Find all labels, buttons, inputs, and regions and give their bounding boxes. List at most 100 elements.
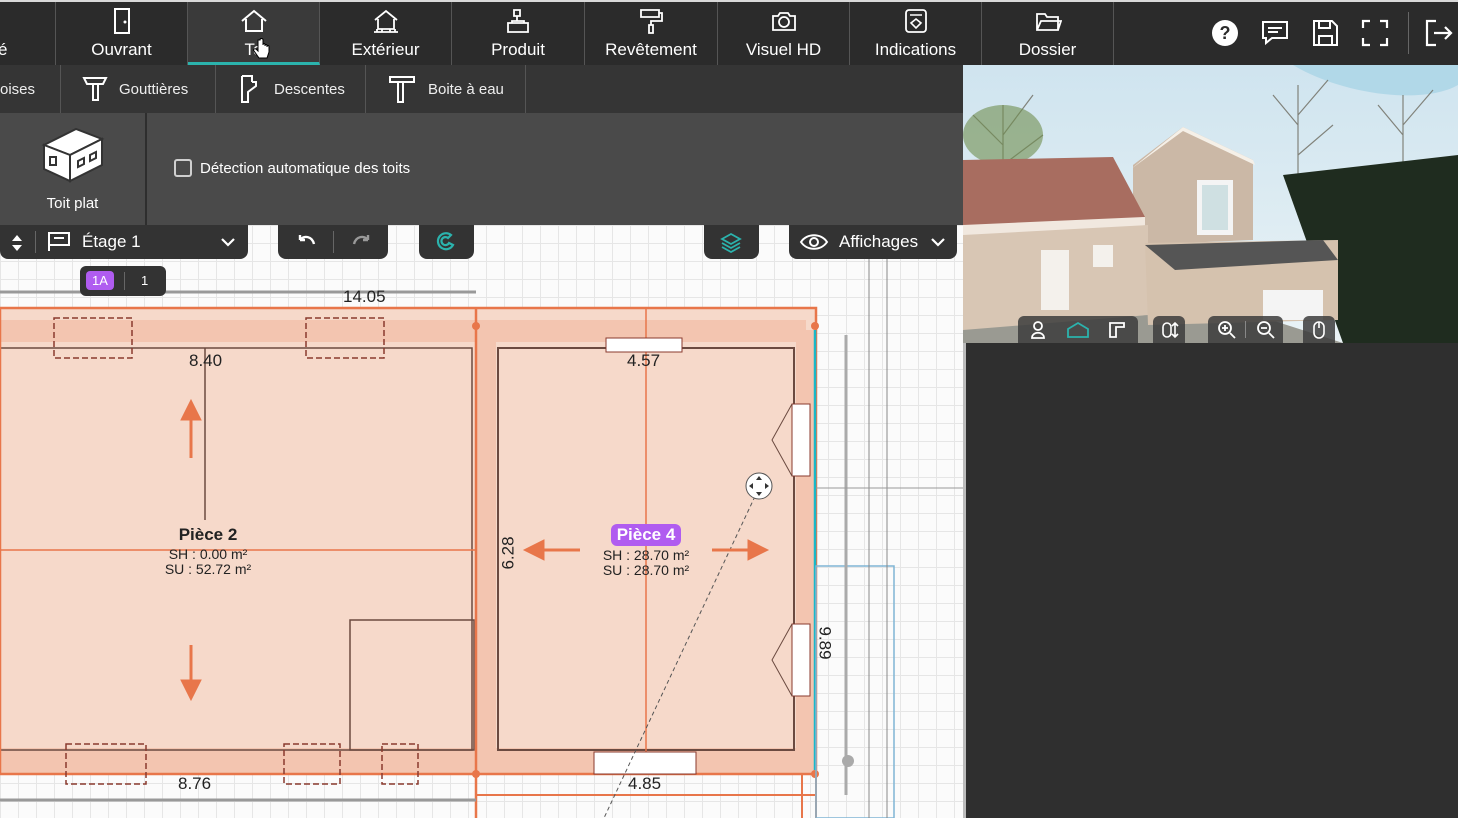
dim-right-room-top: 4.57 [627, 351, 661, 370]
sub-item-boite-a-eau-label: Boite à eau [428, 80, 504, 98]
3d-house-render [963, 65, 1458, 343]
toit-plat-button[interactable]: Toit plat [0, 113, 147, 225]
height-control[interactable] [1153, 316, 1185, 343]
roof-options-panel: Toit plat Détection automatique des toit… [0, 113, 963, 225]
tab-produit[interactable]: Produit [452, 2, 585, 65]
checkbox-box[interactable] [174, 159, 192, 177]
dim-left-room: 8.40 [189, 351, 223, 370]
mouse-mode-button[interactable] [1303, 316, 1335, 343]
zoom-in-icon[interactable] [1217, 320, 1237, 340]
auto-roof-detection-checkbox[interactable]: Détection automatique des toits [174, 159, 410, 177]
roof-icon [240, 9, 267, 32]
sub-item-boite-a-eau[interactable]: Boite à eau [366, 65, 526, 113]
layers-button[interactable] [704, 225, 759, 259]
dim-bottom-right: 4.85 [628, 774, 662, 793]
logout-icon[interactable] [1423, 18, 1453, 48]
paint-roller-icon [640, 9, 663, 34]
sub-item-descentes[interactable]: Descentes [216, 65, 366, 113]
tab-revetement-label: Revêtement [605, 40, 697, 59]
room-4-name: Pièce 4 [610, 524, 682, 546]
redo-icon[interactable] [350, 232, 374, 252]
zoom-controls [1208, 316, 1283, 343]
sub-item-gouttieres[interactable]: Gouttières [61, 65, 216, 113]
tab-dossier[interactable]: Dossier [982, 2, 1114, 65]
indications-icon [904, 9, 927, 33]
folder-icon [1035, 13, 1062, 31]
tab-dossier-label: Dossier [1018, 40, 1077, 59]
person-view-icon[interactable] [1030, 321, 1046, 339]
undo-icon[interactable] [294, 232, 318, 252]
zoom-divider [1245, 321, 1246, 338]
tab-ouvrant[interactable]: Ouvrant [56, 2, 188, 65]
flat-roof-house-icon [41, 127, 105, 183]
mouse-icon [1313, 321, 1325, 339]
roof-sub-toolbar: oises Gouttières Descentes Boite à eau [0, 65, 963, 113]
water-box-icon [389, 76, 415, 103]
3d-view-modes [1018, 316, 1138, 343]
room-2-name: Pièce 2 [178, 525, 238, 544]
layer-selector[interactable]: 1A 1 [80, 266, 166, 296]
room-label-piece-2[interactable]: Pièce 2 SH : 0.00 m² SU : 52.72 m² [148, 525, 268, 577]
help-icon[interactable]: ? [1210, 18, 1240, 48]
empty-side-panel [963, 343, 1458, 818]
comment-icon[interactable] [1260, 18, 1290, 48]
undo-redo-divider [333, 231, 334, 253]
tab-revetement[interactable]: Revêtement [585, 2, 718, 65]
move-handle-icon[interactable] [745, 472, 773, 500]
tab-partial[interactable]: é [0, 2, 56, 65]
product-icon [507, 9, 529, 33]
tab-visuel-hd[interactable]: Visuel HD [718, 2, 850, 65]
sub-item-partial[interactable]: oises [0, 65, 61, 113]
chevron-down-icon [221, 238, 235, 247]
sub-item-gouttieres-label: Gouttières [119, 80, 189, 98]
layer-badge[interactable]: 1A [86, 271, 114, 290]
display-label: Affichages [839, 232, 919, 251]
tab-exterieur-label: Extérieur [351, 40, 420, 59]
tab-partial-label: é [0, 40, 8, 59]
toolbar-divider [1408, 12, 1409, 54]
room-4-su: SU : 28.70 m² [602, 562, 690, 578]
top-menu-bar: é Ouvrant To Extérieur Produit Revêtemen… [0, 0, 1458, 65]
tab-indications[interactable]: Indications [850, 2, 982, 65]
cut-view-icon[interactable] [1108, 321, 1126, 339]
wall-middle [476, 330, 496, 774]
sub-item-descentes-label: Descentes [274, 80, 345, 98]
downspout-icon [241, 75, 257, 103]
zoom-out-icon[interactable] [1256, 320, 1276, 340]
exterior-icon [373, 9, 398, 33]
tab-ouvrant-label: Ouvrant [91, 40, 152, 59]
eye-icon [799, 234, 829, 250]
magnet-button[interactable] [419, 225, 474, 259]
display-dropdown[interactable]: Affichages [789, 225, 957, 259]
display-chevron-icon [931, 238, 945, 247]
dim-bottom-left: 8.76 [178, 774, 212, 793]
tab-toit[interactable]: To [188, 2, 320, 65]
sub-item-partial-label: oises [0, 80, 36, 98]
tab-visuel-hd-label: Visuel HD [745, 40, 822, 59]
save-icon[interactable] [1310, 18, 1340, 48]
room-2-su: SU : 52.72 m² [164, 561, 252, 577]
mouse-height-icon [1162, 321, 1179, 339]
house-3d-icon[interactable] [1066, 321, 1090, 339]
svg-text:?: ? [1220, 23, 1231, 43]
fullscreen-icon[interactable] [1360, 18, 1390, 48]
floor-selector[interactable]: Étage 1 [0, 225, 248, 259]
floor-plan-canvas[interactable]: 14.05 8.40 4.57 6.28 9.89 8.76 4.85 Pièc… [0, 225, 963, 818]
floor-plan-drawing [0, 225, 963, 818]
3d-view[interactable] [963, 65, 1458, 343]
tab-produit-label: Produit [491, 40, 545, 59]
layer-number[interactable]: 1 [141, 273, 148, 288]
floor-up-down-icon[interactable] [9, 231, 25, 255]
cursor-hand-icon [253, 38, 270, 59]
magnet-icon [436, 232, 455, 251]
camera-icon [771, 12, 796, 31]
undo-redo-group [278, 225, 388, 259]
toit-plat-label: Toit plat [46, 195, 99, 212]
layer-divider [124, 272, 125, 290]
layers-icon [720, 232, 742, 253]
dim-top: 14.05 [343, 287, 386, 306]
gutter-icon [82, 77, 108, 101]
wall-bottom-left [0, 748, 476, 774]
room-label-piece-4[interactable]: Pièce 4 SH : 28.70 m² SU : 28.70 m² [586, 524, 706, 578]
tab-exterieur[interactable]: Extérieur [320, 2, 452, 65]
